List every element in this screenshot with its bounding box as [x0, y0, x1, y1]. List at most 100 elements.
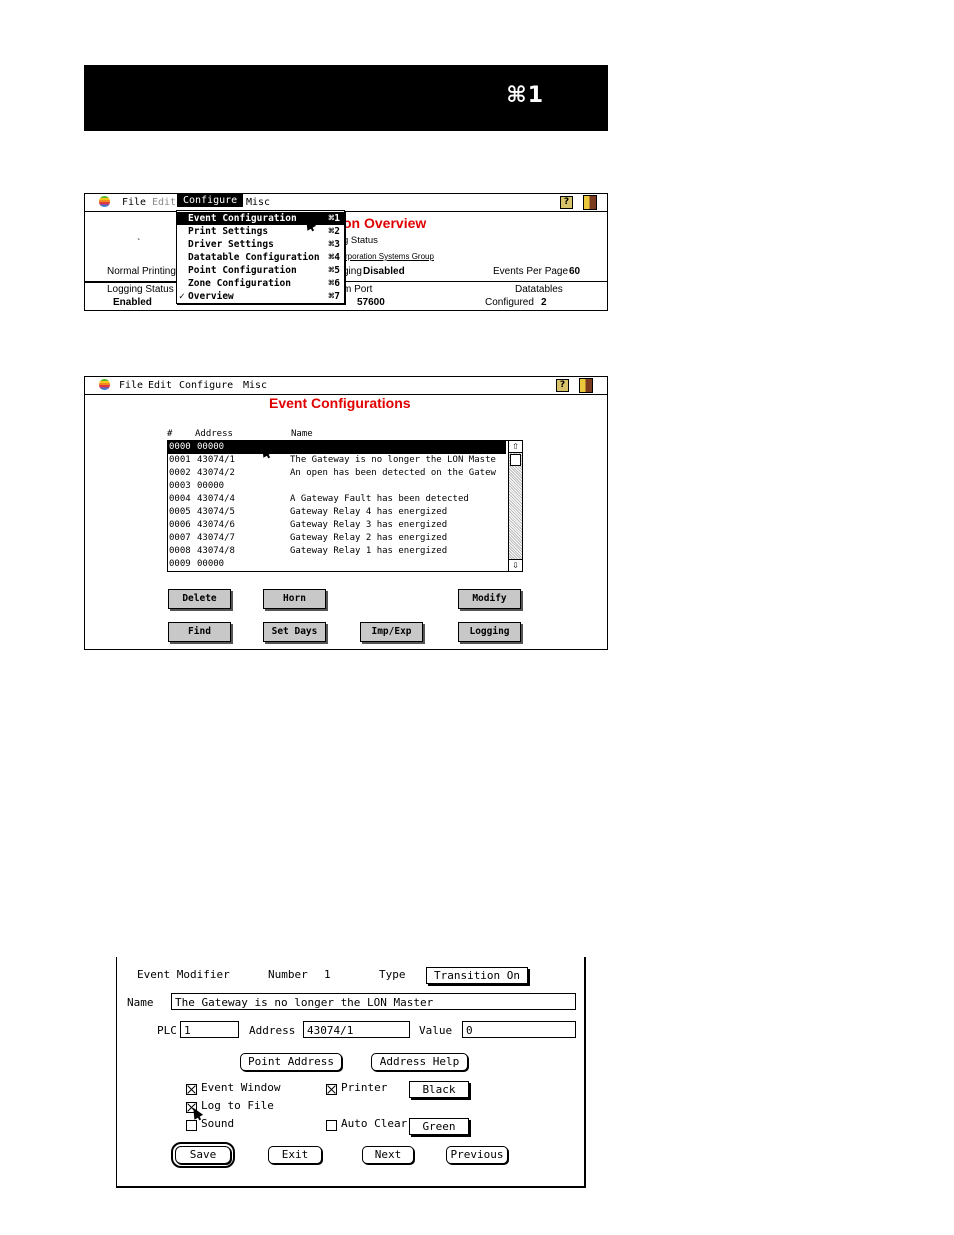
status-text: g Status [343, 235, 378, 246]
next-button[interactable]: Next [362, 1146, 414, 1164]
list-item[interactable]: 0008 43074/8 Gateway Relay 1 has energized [168, 545, 506, 558]
configured-label: Configured [485, 297, 534, 308]
sound-checkbox[interactable] [186, 1120, 197, 1131]
scroll-down-icon[interactable]: ⇩ [509, 559, 522, 571]
menu-misc[interactable]: Misc [243, 380, 267, 391]
name-label: Name [127, 996, 154, 1009]
scroll-thumb[interactable] [510, 454, 521, 466]
address-field[interactable]: 43074/1 [303, 1021, 410, 1038]
point-address-button[interactable]: Point Address [240, 1053, 342, 1071]
normal-printing-label: Normal Printing [107, 266, 176, 277]
horn-button[interactable]: Horn [263, 589, 326, 609]
menu-bar: File Edit Configure Misc ? [85, 194, 607, 212]
printer-checkbox[interactable] [326, 1084, 337, 1095]
list-item[interactable]: 0001 43074/1 The Gateway is no longer the … [168, 454, 506, 467]
menu-configure[interactable]: Configure [179, 380, 233, 391]
name-field[interactable]: The Gateway is no longer the LON Master [171, 993, 576, 1010]
scroll-up-icon[interactable]: ⇧ [509, 441, 522, 453]
menu-item-print-settings[interactable]: Print Settings ⌘2 [177, 225, 344, 238]
help-icon[interactable]: ? [556, 379, 569, 392]
event-modifier-dialog: Event Modifier Number 1 Type Transition … [116, 957, 586, 1188]
menu-item-point-configuration[interactable]: Point Configuration ⌘5 [177, 264, 344, 277]
menu-item-datatable-configuration[interactable]: Datatable Configuration ⌘4 [177, 251, 344, 264]
menu-misc[interactable]: Misc [246, 197, 270, 208]
logging-status-label: Logging Status [107, 284, 174, 295]
event-configurations-window: File Edit Configure Misc ? Event Configu… [84, 376, 608, 650]
dialog-title: Event Modifier [137, 968, 230, 981]
checkmark-icon: ✓ [179, 291, 185, 302]
menu-item-event-configuration[interactable]: Event Configuration ⌘1 [177, 212, 344, 225]
save-button[interactable]: Save [171, 1142, 235, 1168]
imp-exp-button[interactable]: Imp/Exp [360, 622, 423, 642]
list-item[interactable]: 0002 43074/2 An open has been detected on … [168, 467, 506, 480]
auto-clear-checkbox[interactable] [326, 1120, 337, 1131]
apple-menu-icon[interactable] [99, 379, 110, 393]
column-header-number: # [167, 429, 173, 439]
dot-mark: ` [137, 238, 141, 249]
list-item[interactable]: 0003 00000 [168, 480, 506, 493]
logging-button[interactable]: Logging [458, 622, 521, 642]
delete-button[interactable]: Delete [168, 589, 231, 609]
sound-label: Sound [201, 1117, 235, 1130]
menu-edit[interactable]: Edit [152, 197, 176, 208]
logging-state: Disabled [363, 266, 405, 277]
events-per-page-value: 60 [569, 266, 581, 277]
list-item[interactable]: 0005 43074/5 Gateway Relay 4 has energized [168, 506, 506, 519]
type-popup[interactable]: Transition On [426, 967, 528, 984]
event-list[interactable]: 0000 00000 0001 43074/1 The Gateway is no l… [167, 440, 523, 572]
menu-bar: File Edit Configure Misc ? [85, 377, 607, 395]
event-window-checkbox[interactable] [186, 1084, 197, 1095]
speed-value: 57600 [357, 297, 385, 308]
port-label: m Port [343, 284, 373, 295]
application-icon[interactable] [579, 378, 593, 393]
value-label: Value [419, 1024, 453, 1037]
header-shortcut: ⌘1 [506, 83, 544, 108]
menu-configure[interactable]: Configure [177, 194, 244, 207]
list-scrollbar[interactable]: ⇧ ⇩ [508, 441, 522, 571]
help-icon[interactable]: ? [560, 196, 573, 209]
list-item[interactable]: 0000 00000 [168, 441, 506, 454]
list-item[interactable]: 0007 43074/7 Gateway Relay 2 has energized [168, 532, 506, 545]
printer-label: Printer [341, 1081, 388, 1094]
number-label: Number [268, 968, 308, 981]
menu-item-driver-settings[interactable]: Driver Settings ⌘3 [177, 238, 344, 251]
list-item[interactable]: 0004 43074/4 A Gateway Fault has been dete… [168, 493, 506, 506]
plc-label: PLC [157, 1024, 177, 1037]
apple-menu-icon[interactable] [99, 196, 110, 210]
column-header-name: Name [291, 429, 313, 439]
event-configurations-title: Event Configurations [269, 395, 411, 411]
value-field[interactable]: 0 [462, 1021, 576, 1038]
address-help-button[interactable]: Address Help [371, 1053, 468, 1071]
configured-value: 2 [541, 297, 547, 308]
datatables-label: Datatables [515, 284, 563, 295]
auto-clear-label: Auto Clear [341, 1117, 408, 1130]
events-per-page-label: Events Per Page [493, 266, 569, 277]
list-item[interactable]: 0006 43074/6 Gateway Relay 3 has energized [168, 519, 506, 532]
menu-item-overview[interactable]: ✓ Overview ⌘7 [177, 290, 344, 303]
event-window-label: Event Window [201, 1081, 281, 1094]
printer-color-popup[interactable]: Black [409, 1081, 469, 1098]
column-header-address: Address [195, 429, 233, 439]
application-icon[interactable] [583, 195, 597, 210]
configure-menu: Event Configuration ⌘1 Print Settings ⌘2… [176, 210, 345, 304]
previous-button[interactable]: Previous [446, 1146, 508, 1164]
menu-file[interactable]: File [119, 380, 143, 391]
log-to-file-label: Log to File [201, 1099, 274, 1112]
find-button[interactable]: Find [168, 622, 231, 642]
plc-field[interactable]: 1 [180, 1021, 239, 1038]
menu-item-zone-configuration[interactable]: Zone Configuration ⌘6 [177, 277, 344, 290]
menu-edit[interactable]: Edit [148, 380, 172, 391]
type-label: Type [379, 968, 406, 981]
list-item[interactable]: 0009 00000 [168, 558, 506, 571]
menu-file[interactable]: File [122, 197, 146, 208]
address-label: Address [249, 1024, 296, 1037]
overview-title: on Overview [343, 215, 427, 231]
company-link[interactable]: rporation Systems Group [345, 252, 434, 261]
set-days-button[interactable]: Set Days [263, 622, 326, 642]
logging-status-value: Enabled [113, 297, 152, 308]
exit-button[interactable]: Exit [268, 1146, 322, 1164]
overview-window: File Edit Configure Misc ? Event Configu… [84, 193, 608, 311]
logging-label: ging [343, 266, 362, 277]
modify-button[interactable]: Modify [458, 589, 521, 609]
auto-clear-color-popup[interactable]: Green [409, 1118, 469, 1135]
